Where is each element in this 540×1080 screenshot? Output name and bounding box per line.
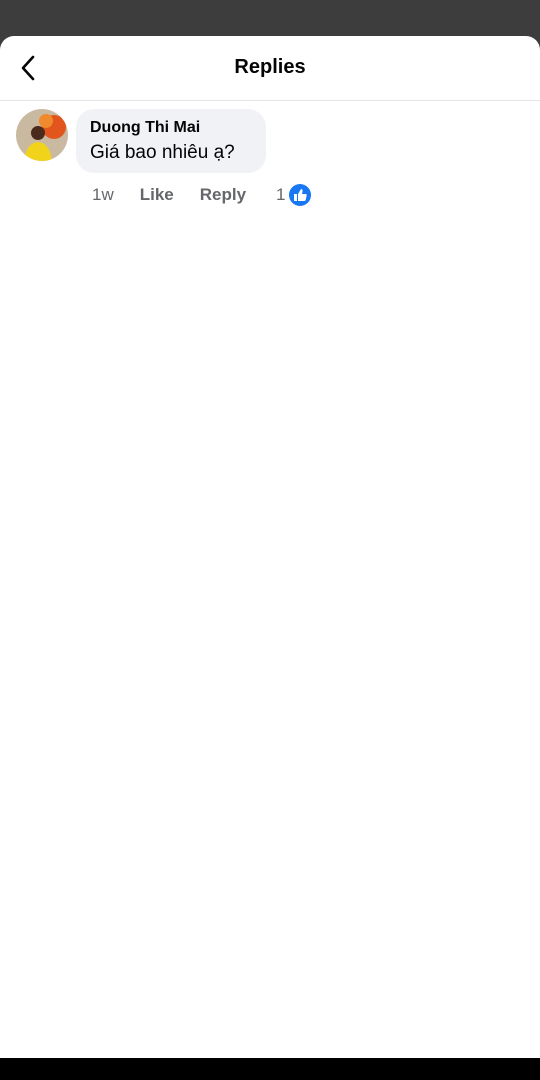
comment-text: Giá bao nhiêu ạ? <box>90 142 235 163</box>
system-nav-bar <box>0 1058 540 1080</box>
reaction-summary[interactable]: 1 <box>276 183 312 207</box>
comment-author[interactable]: Duong Thi Mai <box>90 117 252 139</box>
page-title: Replies <box>234 56 306 78</box>
avatar[interactable] <box>76 257 108 289</box>
reaction-count: 1 <box>276 185 286 204</box>
header: Replies <box>0 36 540 101</box>
comment-time[interactable]: 1w <box>92 185 114 205</box>
reply-button[interactable]: Reply <box>200 185 246 205</box>
replies-sheet: Replies Duong Thi Mai Giá bao nhiêu ạ? 1… <box>0 36 540 1058</box>
comment-bubble: Duong Thi Mai Giá bao nhiêu ạ? <box>76 109 266 173</box>
like-icon <box>289 184 312 206</box>
like-button[interactable]: Like <box>140 185 174 205</box>
avatar[interactable] <box>16 109 68 161</box>
comment: Duong Thi Mai Giá bao nhiêu ạ? 1w Like R… <box>0 101 540 213</box>
comment-actions: 1w Like Reply <box>92 183 246 207</box>
comment <box>0 213 540 329</box>
